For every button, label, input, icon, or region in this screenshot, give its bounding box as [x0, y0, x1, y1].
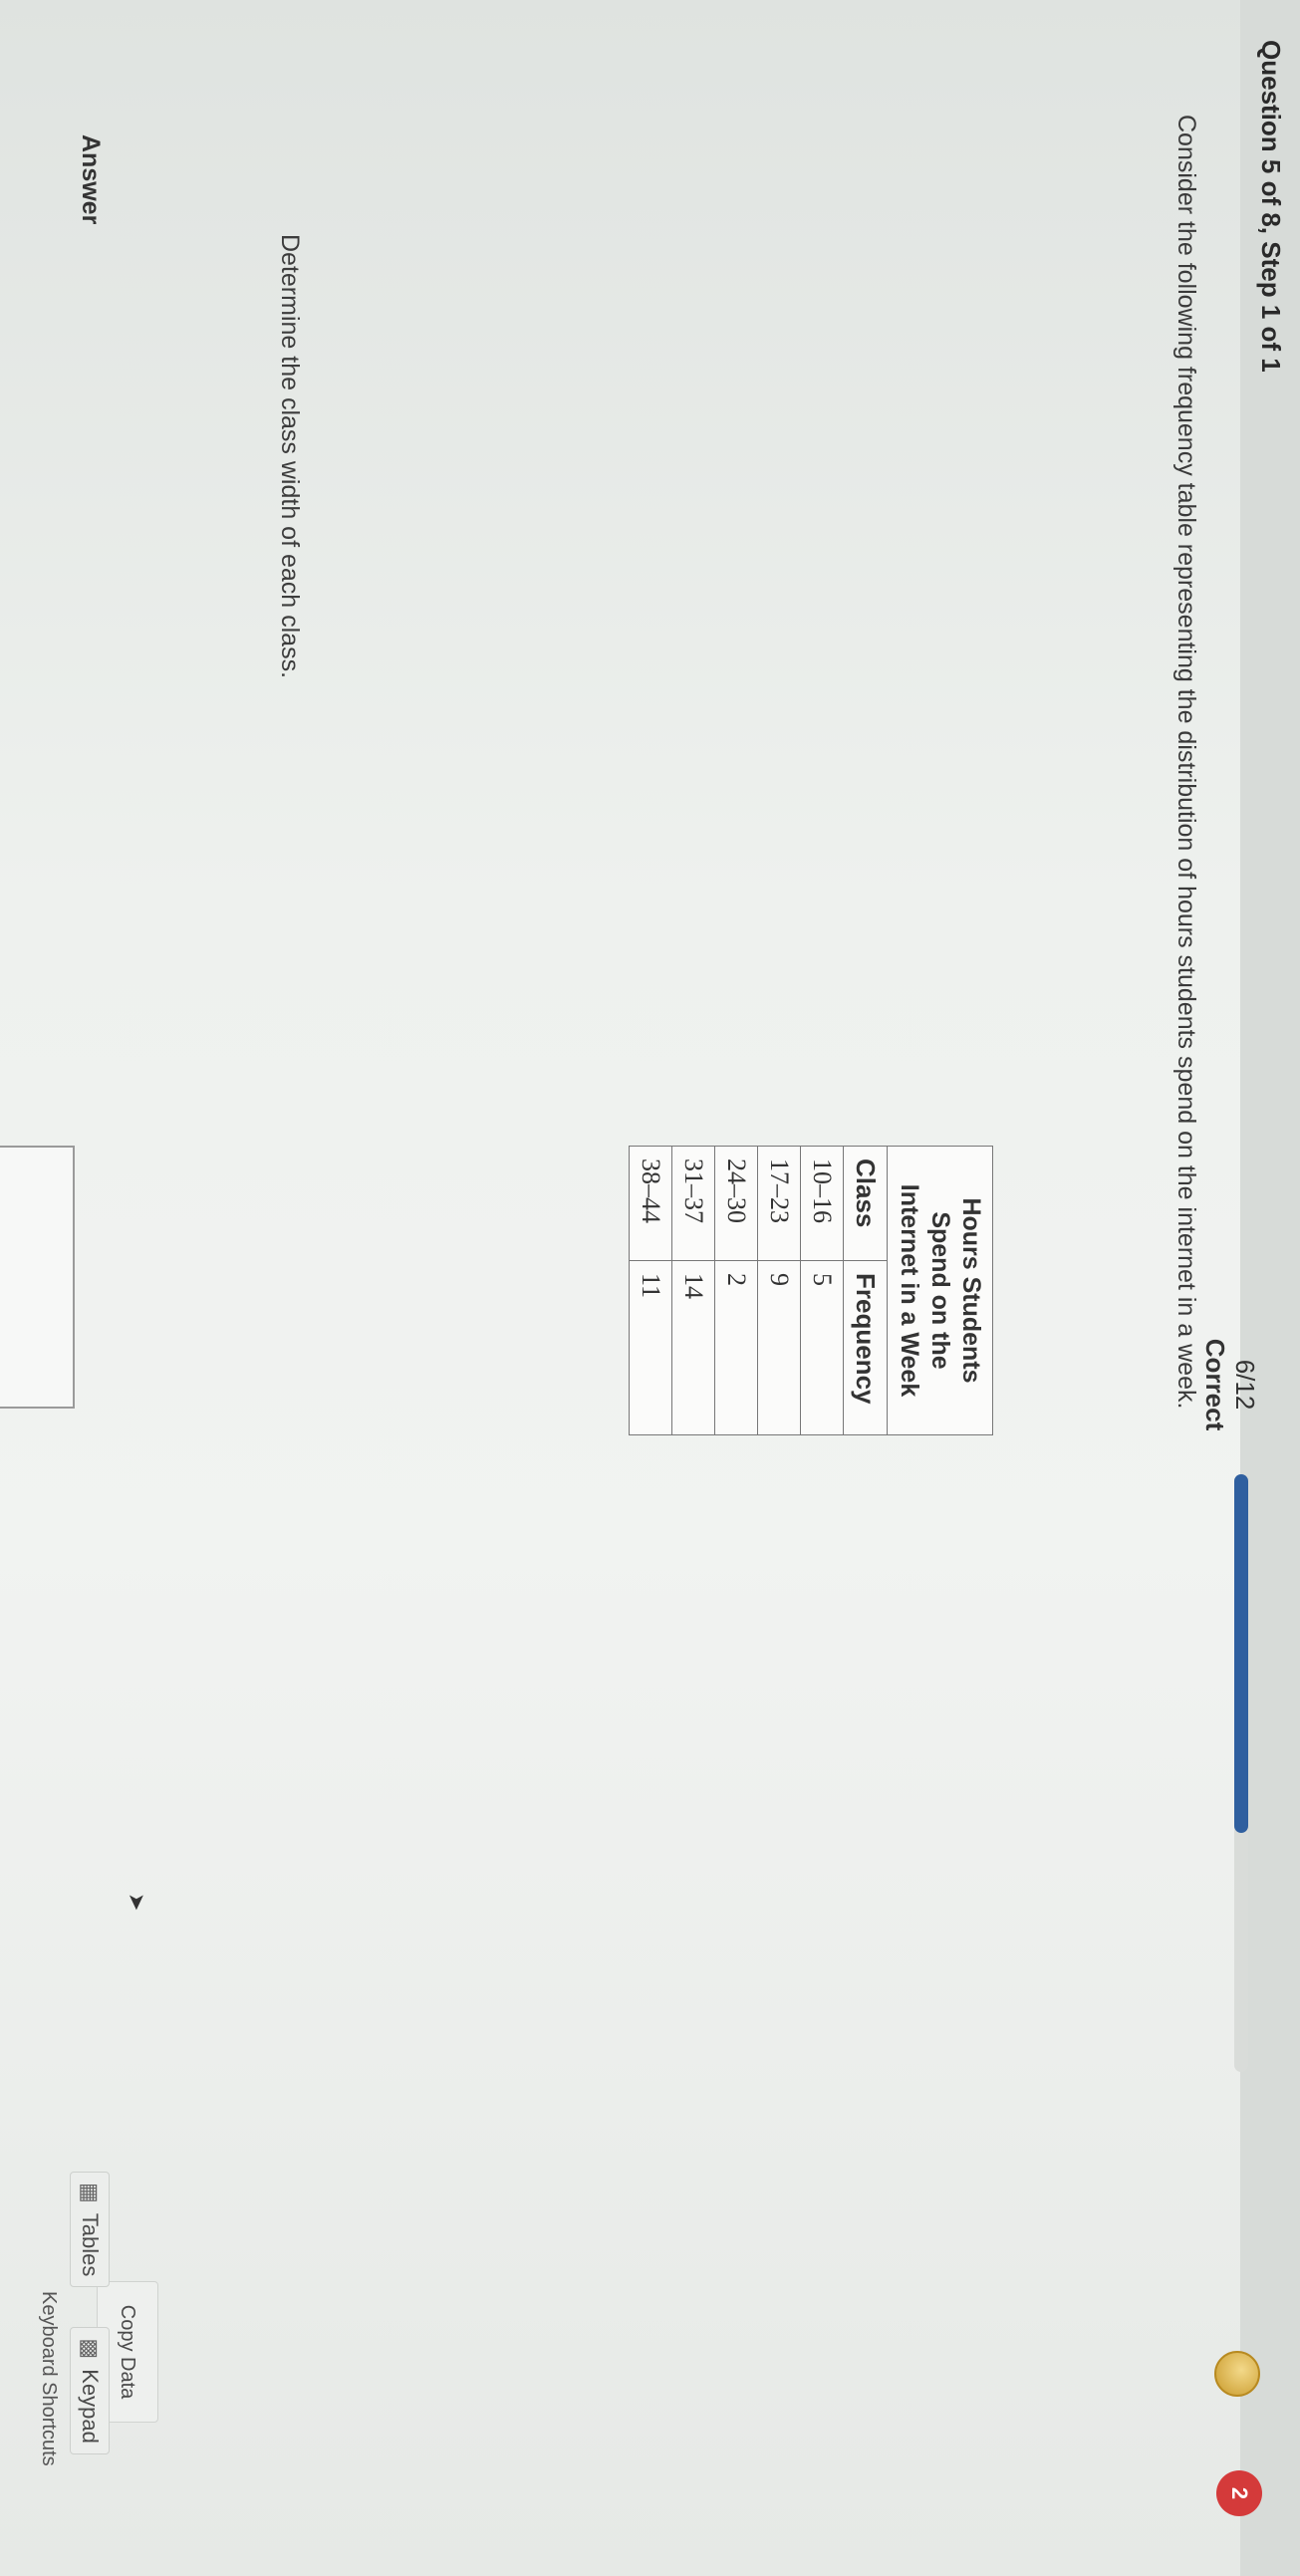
table-header-row: Class Frequency — [843, 1146, 888, 1435]
score-count: 6/12 — [1230, 1359, 1260, 1411]
class-cell: 24–30 — [714, 1146, 758, 1261]
table-grid-icon: ▦ — [78, 2183, 103, 2203]
table-row: 24–30 2 — [714, 1146, 758, 1435]
keyboard-shortcuts-link[interactable]: Keyboard Shortcuts — [37, 2291, 60, 2466]
score-status: Correct — [1200, 1338, 1230, 1431]
table-row: 31–37 14 — [671, 1146, 715, 1435]
instruction-text: Determine the class width of each class. — [276, 234, 304, 679]
keypad-button[interactable]: ▩ Keypad — [70, 2327, 110, 2454]
mouse-cursor-icon: ➤ — [125, 1893, 149, 1912]
table-row: 10–16 5 — [800, 1146, 844, 1435]
class-header: Class — [843, 1146, 888, 1261]
keypad-label: Keypad — [78, 2369, 103, 2444]
tables-button[interactable]: ▦ Tables — [70, 2172, 110, 2288]
frequency-cell: 14 — [671, 1260, 715, 1435]
frequency-cell: 2 — [714, 1260, 758, 1435]
score-display: 6/12 Correct — [1200, 1315, 1260, 1454]
class-cell: 31–37 — [671, 1146, 715, 1261]
progress-bar — [1234, 1474, 1248, 2072]
coin-icon[interactable] — [1214, 2351, 1260, 2397]
question-title: Question 5 of 8, Step 1 of 1 — [1256, 40, 1286, 373]
question-prompt: Consider the following frequency table r… — [1172, 115, 1200, 1410]
class-cell: 17–23 — [757, 1146, 801, 1261]
answer-label: Answer — [77, 134, 105, 225]
keypad-icon: ▩ — [78, 2338, 103, 2360]
table-row: 38–44 11 — [629, 1146, 672, 1435]
answer-input[interactable] — [0, 1146, 75, 1409]
bottom-toolbar: ▦ Tables ▩ Keypad — [70, 2172, 110, 2454]
frequency-cell: 9 — [757, 1260, 801, 1435]
progress-fill — [1234, 1474, 1248, 1833]
table-caption: Hours Students Spend on the Internet in … — [888, 1146, 993, 1435]
caption-line-1: Hours Students — [957, 1197, 985, 1384]
caption-line-2: Spend on the — [926, 1211, 954, 1370]
frequency-table-container: Hours Students Spend on the Internet in … — [629, 1146, 993, 1435]
table-row: 17–23 9 — [757, 1146, 801, 1435]
class-cell: 10–16 — [800, 1146, 844, 1261]
caption-line-3: Internet in a Week — [896, 1183, 923, 1398]
frequency-cell: 11 — [629, 1260, 672, 1435]
tables-label: Tables — [78, 2212, 103, 2277]
streak-heart-icon[interactable]: 2 — [1216, 2470, 1262, 2516]
frequency-header: Frequency — [843, 1260, 888, 1435]
frequency-table: Hours Students Spend on the Internet in … — [629, 1146, 993, 1435]
frequency-cell: 5 — [800, 1260, 844, 1435]
class-cell: 38–44 — [629, 1146, 672, 1261]
top-bar: Question 5 of 8, Step 1 of 1 — [1240, 0, 1300, 2576]
app-screen: Question 5 of 8, Step 1 of 1 6/12 Correc… — [0, 0, 1300, 2576]
